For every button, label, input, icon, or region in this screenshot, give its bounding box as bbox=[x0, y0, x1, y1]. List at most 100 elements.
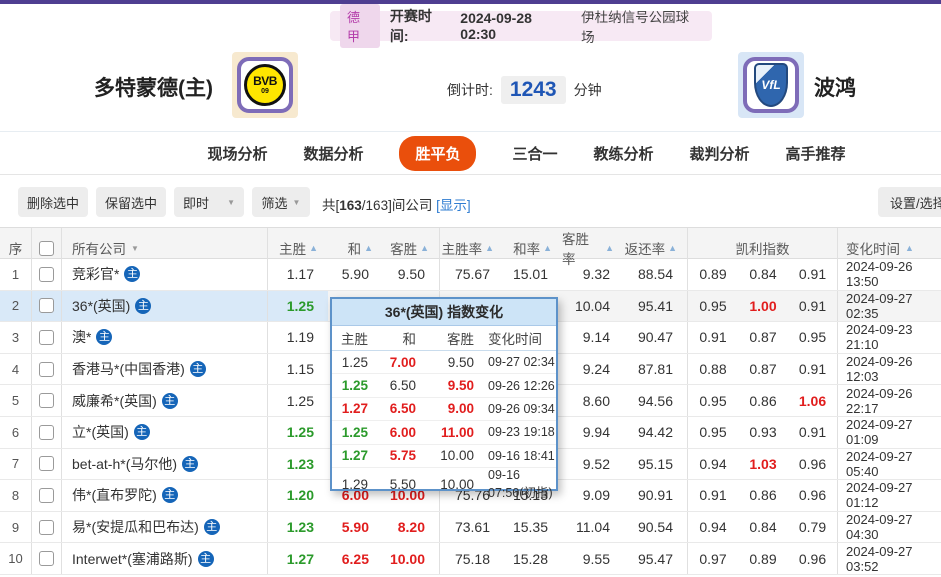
odds-home[interactable]: 1.25 bbox=[268, 385, 328, 416]
kelly-home: 0.94 bbox=[688, 512, 738, 543]
vfl-logo-text: VfL bbox=[761, 78, 780, 92]
return-rate: 88.54 bbox=[624, 259, 688, 290]
row-checkbox[interactable] bbox=[39, 393, 54, 408]
company-name[interactable]: 伟*(直布罗陀)主 bbox=[62, 480, 268, 511]
kelly-draw: 0.84 bbox=[738, 259, 788, 290]
odds-away[interactable]: 10.00 bbox=[383, 543, 440, 574]
tab-4[interactable]: 教练分析 bbox=[594, 143, 654, 164]
odds-home[interactable]: 1.23 bbox=[268, 512, 328, 543]
countdown-label: 倒计时: bbox=[447, 80, 493, 100]
page: 德甲 开赛时间: 2024-09-28 02:30 伊杜纳信号公园球场 多特蒙德… bbox=[0, 0, 941, 577]
odds-draw[interactable]: 6.25 bbox=[328, 543, 383, 574]
kelly-draw: 0.93 bbox=[738, 417, 788, 448]
tab-3[interactable]: 三合一 bbox=[512, 143, 557, 164]
row-index: 8 bbox=[0, 480, 32, 511]
change-time: 2024-09-26 22:17 bbox=[838, 385, 941, 416]
company-name[interactable]: 竞彩官*主 bbox=[62, 259, 268, 290]
popup-odds-draw: 6.50 bbox=[374, 374, 422, 396]
home-badge-icon: 主 bbox=[190, 361, 206, 377]
odds-home[interactable]: 1.25 bbox=[268, 291, 328, 322]
tab-1[interactable]: 数据分析 bbox=[303, 143, 363, 164]
checkbox-cell bbox=[32, 354, 62, 385]
row-checkbox[interactable] bbox=[39, 488, 54, 503]
odds-draw[interactable]: 5.90 bbox=[328, 259, 383, 290]
tab-5[interactable]: 裁判分析 bbox=[690, 143, 750, 164]
keep-selected-button[interactable]: 保留选中 bbox=[96, 187, 166, 217]
odds-draw[interactable]: 5.90 bbox=[328, 512, 383, 543]
odds-home[interactable]: 1.25 bbox=[268, 417, 328, 448]
change-time: 2024-09-27 01:12 bbox=[838, 480, 941, 511]
company-name[interactable]: Interwet*(塞浦路斯)主 bbox=[62, 543, 268, 574]
tab-6[interactable]: 高手推荐 bbox=[786, 143, 846, 164]
odds-home[interactable]: 1.15 bbox=[268, 354, 328, 385]
delete-selected-button[interactable]: 删除选中 bbox=[18, 187, 88, 217]
company-name[interactable]: 立*(英国)主 bbox=[62, 417, 268, 448]
checkbox-cell bbox=[32, 543, 62, 574]
win-rate: 75.67 bbox=[440, 259, 504, 290]
time-filter-dropdown[interactable]: 即时 ▼ bbox=[174, 187, 244, 217]
table-header: 序 所有公司 ▼ 主胜▲ 和▲ 客胜▲ 主胜率▲ 和率▲ 客胜率▲ 返还率▲ 凯… bbox=[0, 227, 941, 259]
odds-home[interactable]: 1.17 bbox=[268, 259, 328, 290]
row-index: 10 bbox=[0, 543, 32, 574]
return-rate: 94.56 bbox=[624, 385, 688, 416]
row-checkbox[interactable] bbox=[39, 425, 54, 440]
row-checkbox[interactable] bbox=[39, 330, 54, 345]
company-name[interactable]: 36*(英国)主 bbox=[62, 291, 268, 322]
filter-dropdown[interactable]: 筛选 ▼ bbox=[252, 187, 310, 217]
checkbox-cell bbox=[32, 259, 62, 290]
odds-home[interactable]: 1.23 bbox=[268, 449, 328, 480]
change-time: 2024-09-27 04:30 bbox=[838, 512, 941, 543]
home-badge-icon: 主 bbox=[96, 329, 112, 345]
kelly-away: 0.96 bbox=[788, 480, 838, 511]
chevron-down-icon: ▼ bbox=[227, 198, 235, 207]
popup-row: 1.295.5010.0009-16 07:50(初指) bbox=[332, 468, 556, 491]
company-name[interactable]: 威廉希*(英国)主 bbox=[62, 385, 268, 416]
row-checkbox[interactable] bbox=[39, 520, 54, 535]
kelly-draw: 1.00 bbox=[738, 291, 788, 322]
odds-home[interactable]: 1.19 bbox=[268, 322, 328, 353]
row-checkbox[interactable] bbox=[39, 362, 54, 377]
company-count: 共[163/163]间公司 [显示] bbox=[322, 194, 471, 214]
draw-rate: 15.35 bbox=[504, 512, 562, 543]
kelly-home: 0.97 bbox=[688, 543, 738, 574]
kickoff-datetime: 2024-09-28 02:30 bbox=[460, 10, 571, 42]
settings-button[interactable]: 设置/选择 bbox=[878, 187, 941, 217]
table-row: 1竞彩官*主1.175.909.5075.6715.019.3288.540.8… bbox=[0, 259, 941, 291]
kelly-away: 0.91 bbox=[788, 291, 838, 322]
match-info-bar: 德甲 开赛时间: 2024-09-28 02:30 伊杜纳信号公园球场 bbox=[330, 11, 712, 41]
home-team-name: 多特蒙德(主) bbox=[94, 72, 213, 102]
tab-2[interactable]: 胜平负 bbox=[399, 136, 476, 171]
checkbox-cell bbox=[32, 322, 62, 353]
table-row: 9易*(安提瓜和巴布达)主1.235.908.2073.6115.3511.04… bbox=[0, 512, 941, 544]
row-checkbox[interactable] bbox=[39, 298, 54, 313]
show-link[interactable]: [显示] bbox=[436, 198, 471, 213]
tab-0[interactable]: 现场分析 bbox=[207, 143, 267, 164]
return-rate: 94.42 bbox=[624, 417, 688, 448]
select-all-checkbox[interactable] bbox=[39, 241, 54, 256]
home-badge-icon: 主 bbox=[134, 424, 150, 440]
table-row: 10 Interwet*(塞浦路斯)主1.276.2510.0075.1815.2… bbox=[0, 543, 941, 575]
company-name[interactable]: bet-at-h*(马尔他)主 bbox=[62, 449, 268, 480]
home-badge-icon: 主 bbox=[198, 551, 214, 567]
kelly-home: 0.91 bbox=[688, 322, 738, 353]
company-name[interactable]: 澳*主 bbox=[62, 322, 268, 353]
odds-away[interactable]: 8.20 bbox=[383, 512, 440, 543]
odds-home[interactable]: 1.20 bbox=[268, 480, 328, 511]
win-rate: 75.18 bbox=[440, 543, 504, 574]
home-badge-icon: 主 bbox=[124, 266, 140, 282]
odds-home[interactable]: 1.27 bbox=[268, 543, 328, 574]
row-checkbox[interactable] bbox=[39, 456, 54, 471]
win-rate: 73.61 bbox=[440, 512, 504, 543]
away-rate: 9.94 bbox=[562, 417, 624, 448]
row-checkbox[interactable] bbox=[39, 551, 54, 566]
company-name[interactable]: 香港马*(中国香港)主 bbox=[62, 354, 268, 385]
popup-row: 1.256.0011.0009-23 19:18 bbox=[332, 421, 556, 444]
row-index: 1 bbox=[0, 259, 32, 290]
company-name[interactable]: 易*(安提瓜和巴布达)主 bbox=[62, 512, 268, 543]
home-badge-icon: 主 bbox=[135, 298, 151, 314]
vfl-logo-icon: VfL bbox=[754, 63, 788, 107]
draw-rate: 15.28 bbox=[504, 543, 562, 574]
bvb-logo-sub: 09 bbox=[261, 88, 269, 95]
row-checkbox[interactable] bbox=[39, 267, 54, 282]
odds-away[interactable]: 9.50 bbox=[383, 259, 440, 290]
